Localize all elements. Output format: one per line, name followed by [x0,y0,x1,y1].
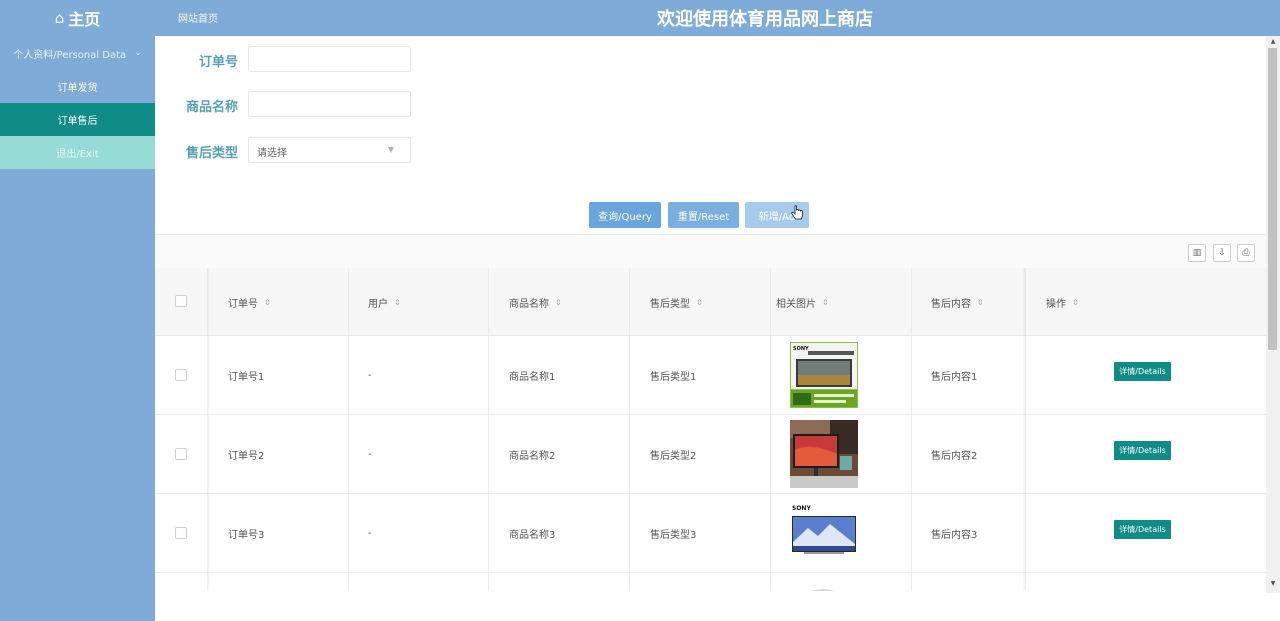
table-row[interactable]: 订单号3 - 商品名称3 售后类型3 SONY 售后内容3 详情/Details [155,494,1266,573]
aftersale-type-select[interactable]: 请选择 ▼ [248,137,411,163]
cell-user: - [368,370,372,381]
column-divider [770,268,771,591]
scroll-up-icon[interactable]: ▲ [1268,38,1278,45]
column-header-order-no[interactable]: 订单号 ⇕ [228,268,271,336]
cell-type: 售后类型3 [650,530,697,541]
cell-content: 售后内容2 [931,451,978,462]
sort-icon: ⇕ [394,297,401,307]
select-all-checkbox[interactable] [175,295,187,307]
aftersale-type-label: 售后类型 [185,146,238,161]
product-name-label: 商品名称 [185,100,238,115]
top-bar: ⌂ 主页 网站首页 欢迎使用体育用品网上商店 [0,0,1280,36]
fixed-column-shadow [1022,268,1026,591]
table-row[interactable]: 订单号1 - 商品名称1 售后类型1 SONY 售后内容1 详情/Details [155,336,1266,415]
brand-label: 主页 [68,10,101,29]
row-checkbox[interactable] [175,527,187,539]
chevron-down-icon: ▼ [387,145,394,154]
cell-content: 售后内容1 [931,372,978,383]
product-image-monitor-photo [790,420,858,488]
cell-product: 商品名称1 [509,372,556,383]
print-icon[interactable]: ⎙ [1237,244,1255,262]
product-image-sony-tv-box: SONY [790,342,858,408]
sort-icon: ⇕ [264,297,271,307]
column-header-user[interactable]: 用户 ⇕ [368,268,401,336]
row-checkbox[interactable] [175,369,187,381]
sidebar-group-personal[interactable]: 个人资料/Personal Data ⌄ [0,36,155,70]
column-header-image[interactable]: 相关图片 ⇕ [776,268,829,336]
sidebar: 个人资料/Personal Data ⌄ 订单发货 订单售后 退出/Exit [0,36,155,621]
sidebar-item-exit[interactable]: 退出/Exit [0,136,155,169]
sort-icon: ⇕ [977,297,984,307]
columns-filter-icon[interactable]: ▥ [1188,244,1206,262]
cell-type: 售后类型1 [650,372,697,383]
details-button[interactable]: 详情/Details [1114,520,1171,539]
details-button[interactable]: 详情/Details [1114,362,1171,381]
column-header-product[interactable]: 商品名称 ⇕ [509,268,562,336]
sort-icon: ⇕ [1072,297,1079,307]
product-image-sony-tv-mountain: SONY [790,502,858,558]
column-header-actions[interactable]: 操作 ⇕ [1046,268,1079,336]
sort-icon: ⇕ [555,297,562,307]
sidebar-item-order-shipping[interactable]: 订单发货 [0,70,155,103]
sidebar-group-label: 个人资料/Personal Data [13,49,127,61]
column-divider [488,268,489,591]
select-placeholder: 请选择 [257,148,287,159]
order-no-input[interactable] [248,46,411,72]
query-button[interactable]: 查询/Query [589,202,661,228]
cell-product: 商品名称3 [509,530,556,541]
cell-order-no: 订单号2 [228,451,265,462]
cell-content: 售后内容3 [931,530,978,541]
column-divider [911,268,912,591]
cell-user: - [368,528,372,539]
column-divider [629,268,630,591]
image-brand: SONY [793,346,809,352]
column-header-content[interactable]: 售后内容 ⇕ [931,268,984,336]
order-no-label: 订单号 [198,55,238,70]
cell-order-no: 订单号1 [228,372,265,383]
column-header-type[interactable]: 售后类型 ⇕ [650,268,703,336]
scrollbar-thumb[interactable] [1268,48,1277,350]
reset-button[interactable]: 重置/Reset [668,202,739,228]
scroll-down-icon[interactable]: ▼ [1268,580,1278,587]
bottom-area [155,591,1266,621]
home-icon: ⌂ [54,9,65,27]
sort-icon: ⇕ [696,297,703,307]
chevron-down-icon: ⌄ [134,48,142,58]
fixed-column-shadow [207,268,210,591]
sidebar-item-order-aftersale[interactable]: 订单售后 [0,103,155,136]
cell-order-no: 订单号3 [228,530,265,541]
cell-product: 商品名称2 [509,451,556,462]
cell-user: - [368,449,372,460]
sort-icon: ⇕ [822,297,829,307]
hand-cursor-icon [791,205,803,220]
table-row[interactable]: 订单号2 - 商品名称2 售后类型2 售后内容2 详情/Details [155,415,1266,494]
column-divider [348,268,349,591]
cell-type: 售后类型2 [650,451,697,462]
table-header: 订单号 ⇕ 用户 ⇕ 商品名称 ⇕ 售后类型 ⇕ 相关图片 ⇕ 售后内容 ⇕ 操作 ⇕ [155,268,1266,336]
table-toolbar: ▥ ⇩ ⎙ [155,234,1266,268]
site-home-link[interactable]: 网站首页 [178,10,218,25]
details-button[interactable]: 详情/Details [1114,441,1171,460]
product-name-input[interactable] [248,91,411,117]
export-icon[interactable]: ⇩ [1213,244,1231,262]
image-brand: SONY [792,505,811,512]
row-checkbox[interactable] [175,448,187,460]
home-link[interactable]: ⌂ 主页 [0,0,155,36]
